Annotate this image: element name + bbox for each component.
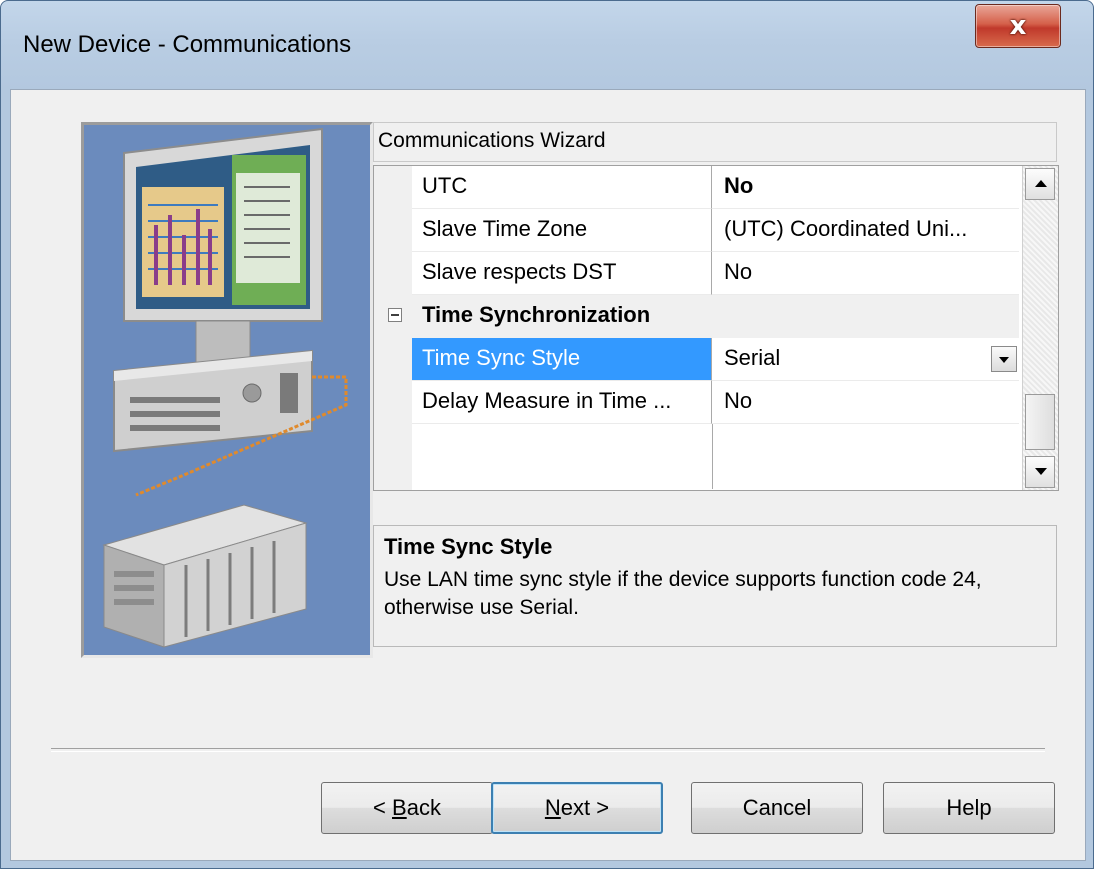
description-text: Use LAN time sync style if the device su… <box>384 568 982 619</box>
computer-plc-illustration-icon <box>84 125 370 655</box>
row-indent <box>374 381 412 424</box>
row-indent <box>374 252 412 295</box>
next-mnemonic: N <box>544 795 561 820</box>
description-title: Time Sync Style <box>384 534 553 559</box>
button-separator <box>51 748 1045 752</box>
grid-category-time-synchronization[interactable]: Time Synchronization <box>374 295 1019 338</box>
grid-row-delay-measure[interactable]: Delay Measure in Time ... No <box>374 381 1019 424</box>
property-value[interactable]: No <box>712 381 1019 424</box>
scroll-down-icon[interactable] <box>1025 456 1055 488</box>
property-name[interactable]: UTC <box>412 166 712 209</box>
vertical-scrollbar[interactable] <box>1022 166 1058 490</box>
cancel-button[interactable]: Cancel <box>691 782 863 834</box>
close-button[interactable]: x <box>975 4 1061 48</box>
collapse-icon[interactable] <box>388 308 402 322</box>
dialog-window: New Device - Communications x Communicat… <box>0 0 1094 869</box>
property-name[interactable]: Slave respects DST <box>412 252 712 295</box>
row-indent <box>374 209 412 252</box>
dialog-client-area: Communications Wizard UTC No Slave Time … <box>10 89 1086 861</box>
grid-row-time-sync-style[interactable]: Time Sync Style Serial <box>374 338 1019 381</box>
close-icon: x <box>1009 11 1027 41</box>
back-mnemonic: B <box>392 795 407 820</box>
property-grid[interactable]: UTC No Slave Time Zone (UTC) Coordinated… <box>373 165 1059 491</box>
title-bar[interactable]: New Device - Communications x <box>1 1 1093 89</box>
wizard-header-label: Communications Wizard <box>378 129 606 152</box>
grid-row-slave-time-zone[interactable]: Slave Time Zone (UTC) Coordinated Uni... <box>374 209 1019 252</box>
empty-indent <box>374 424 412 490</box>
back-button[interactable]: < Back <box>321 782 493 834</box>
wizard-illustration <box>81 122 373 658</box>
description-panel: Time Sync Style Use LAN time sync style … <box>373 525 1057 647</box>
category-name: Time Synchronization <box>422 302 651 327</box>
property-name[interactable]: Time Sync Style <box>412 338 712 381</box>
grid-row-utc[interactable]: UTC No <box>374 166 1019 209</box>
dropdown-arrow-icon[interactable] <box>991 346 1017 372</box>
next-label-rest: ext > <box>560 795 610 820</box>
back-prefix: < <box>373 795 393 820</box>
scroll-up-icon[interactable] <box>1025 168 1055 200</box>
next-button[interactable]: Next > <box>491 782 663 834</box>
row-indent <box>374 338 412 381</box>
row-indent <box>374 166 412 209</box>
selected-value: Serial <box>724 345 781 370</box>
column-divider <box>712 424 713 489</box>
property-value[interactable]: No <box>712 166 1019 209</box>
wizard-header: Communications Wizard <box>373 122 1057 162</box>
grid-row-slave-respects-dst[interactable]: Slave respects DST No <box>374 252 1019 295</box>
property-value-select[interactable]: Serial <box>712 338 1019 381</box>
scroll-thumb[interactable] <box>1025 394 1055 450</box>
back-label-rest: ack <box>406 795 441 820</box>
help-button[interactable]: Help <box>883 782 1055 834</box>
property-name[interactable]: Slave Time Zone <box>412 209 712 252</box>
property-value[interactable]: No <box>712 252 1019 295</box>
window-title: New Device - Communications <box>23 31 352 58</box>
property-value[interactable]: (UTC) Coordinated Uni... <box>712 209 1019 252</box>
property-name[interactable]: Delay Measure in Time ... <box>412 381 712 424</box>
